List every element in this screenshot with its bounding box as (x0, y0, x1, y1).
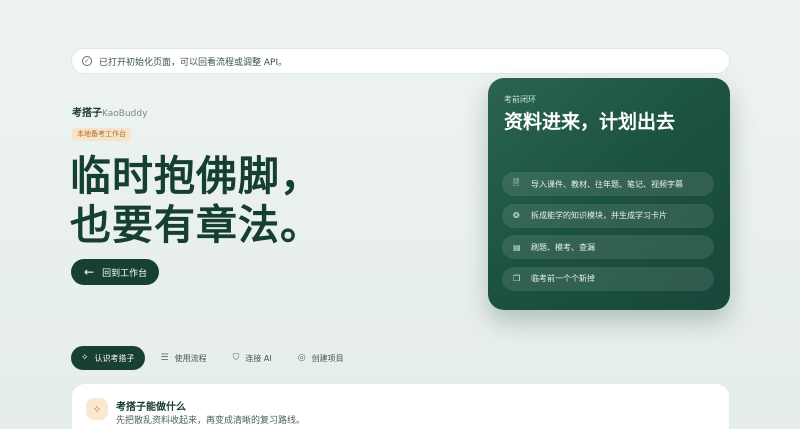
file-icon: 🗎 (513, 178, 520, 187)
card-item-finish: ❐ 临考前一个个斩掉 (502, 266, 714, 291)
arrow-left-icon: ← (84, 265, 95, 279)
section-tabs: ✧ 认识考搭子 ☰ 使用流程 ⛉ 连接 AI ◎ 创建项目 (71, 346, 360, 370)
list-icon: ☰ (160, 353, 169, 363)
card-items: 🗎 导入课件、教材、往年题、笔记、视频字幕 ❂ 拆成能学的知识模块，并生成学习卡… (502, 172, 714, 298)
target-icon: ◎ (297, 353, 306, 363)
card-item-label: 拆成能学的知识模块，并生成学习卡片 (531, 211, 667, 220)
tab-label: 使用流程 (174, 353, 207, 363)
back-button-label: 回到工作台 (102, 268, 148, 279)
brain-icon: ❂ (513, 211, 520, 220)
card-title: 资料进来，计划出去 (504, 111, 676, 133)
hero-line-2: 也要有章法。 (70, 201, 322, 249)
card-item-practice: ▤ 刷题、模考、查漏 (502, 235, 714, 259)
check-circle-icon: ✓ (82, 56, 92, 66)
tab-intro[interactable]: ✧ 认识考搭子 (71, 346, 145, 370)
hero-line-1: 临时抱佛脚， (70, 152, 322, 200)
tab-create-project[interactable]: ◎ 创建项目 (288, 346, 354, 370)
exam-loop-card: 考前闭环 资料进来，计划出去 🗎 导入课件、教材、往年题、笔记、视频字幕 ❂ 拆… (488, 78, 730, 310)
hero-title: 临时抱佛脚， 也要有章法。 (70, 152, 322, 250)
card-item-import: 🗎 导入课件、教材、往年题、笔记、视频字幕 (502, 172, 714, 196)
sparkle-icon: ✧ (86, 398, 108, 420)
tab-workflow[interactable]: ☰ 使用流程 (151, 346, 217, 370)
cards-icon: ❐ (513, 274, 521, 283)
workspace-tag: 本地备考工作台 (72, 128, 131, 141)
tab-label: 创建项目 (311, 353, 344, 363)
tab-label: 认识考搭子 (94, 353, 135, 363)
sparkle-icon: ✧ (81, 353, 89, 363)
card-item-label: 刷题、模考、查漏 (531, 242, 595, 252)
card-item-split: ❂ 拆成能学的知识模块，并生成学习卡片 (502, 203, 714, 228)
brand-name-en: KaoBuddy (102, 109, 148, 119)
card-item-label: 导入课件、教材、往年题、笔记、视频字幕 (531, 179, 683, 189)
brand: 考搭子KaoBuddy (72, 104, 147, 119)
feature-card: ✧ 考搭子能做什么 先把散乱资料收起来，再变成清晰的复习路线。 (71, 383, 730, 429)
back-to-workspace-button[interactable]: ← 回到工作台 (71, 259, 159, 285)
feature-desc: 先把散乱资料收起来，再变成清晰的复习路线。 (116, 416, 306, 426)
tab-connect-ai[interactable]: ⛉ 连接 AI (223, 346, 282, 370)
clipboard-icon: ▤ (513, 242, 521, 252)
notice-bar: ✓ 已打开初始化页面，可以回看流程或调整 API。 (71, 48, 730, 74)
card-item-label: 临考前一个个斩掉 (531, 274, 595, 283)
tab-label: 连接 AI (245, 353, 272, 363)
card-kicker: 考前闭环 (504, 95, 536, 104)
brand-name: 考搭子 (72, 108, 102, 119)
notice-text: 已打开初始化页面，可以回看流程或调整 API。 (99, 57, 288, 68)
feature-title: 考搭子能做什么 (116, 402, 186, 413)
shield-icon: ⛉ (232, 353, 240, 363)
